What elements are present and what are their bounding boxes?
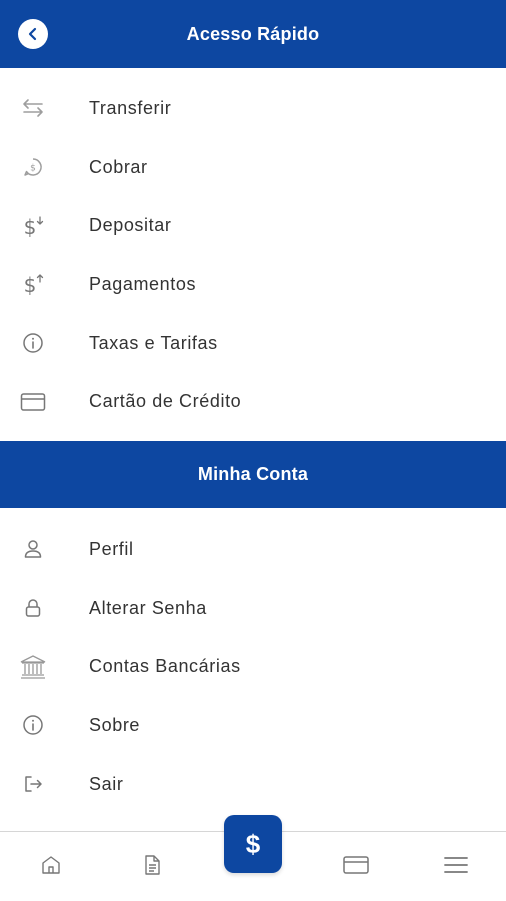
menu-item-sobre[interactable]: Sobre bbox=[0, 696, 506, 755]
bank-icon bbox=[19, 653, 47, 681]
menu-item-label: Pagamentos bbox=[89, 273, 197, 294]
menu-item-sair[interactable]: Sair bbox=[0, 755, 506, 814]
account-list: Perfil Alterar Senha Contas Bancárias So… bbox=[0, 520, 506, 813]
logout-icon bbox=[19, 770, 47, 798]
chevron-left-icon bbox=[26, 27, 40, 41]
menu-item-taxas-e-tarifas[interactable]: Taxas e Tarifas bbox=[0, 314, 506, 373]
menu-item-label: Perfil bbox=[89, 538, 134, 559]
menu-item-label: Transferir bbox=[89, 97, 172, 118]
menu-item-cartao-de-credito[interactable]: Cartão de Crédito bbox=[0, 372, 506, 431]
menu-item-label: Sobre bbox=[89, 714, 141, 735]
menu-icon[interactable] bbox=[441, 850, 471, 880]
charge-bubble-icon: $ bbox=[19, 153, 47, 181]
document-icon[interactable] bbox=[137, 850, 167, 880]
menu-item-cobrar[interactable]: $ Cobrar bbox=[0, 138, 506, 197]
home-icon[interactable] bbox=[36, 850, 66, 880]
menu-item-alterar-senha[interactable]: Alterar Senha bbox=[0, 579, 506, 638]
section-header-minha-conta: Minha Conta bbox=[0, 441, 506, 508]
svg-text:$: $ bbox=[24, 215, 37, 238]
svg-text:$: $ bbox=[24, 273, 37, 296]
credit-card-icon[interactable] bbox=[341, 850, 371, 880]
dollar-up-icon: $ bbox=[19, 270, 47, 298]
menu-item-contas-bancarias[interactable]: Contas Bancárias bbox=[0, 637, 506, 696]
lock-icon bbox=[19, 594, 47, 622]
menu-item-pagamentos[interactable]: $ Pagamentos bbox=[0, 255, 506, 314]
menu-item-label: Sair bbox=[89, 773, 124, 794]
menu-item-perfil[interactable]: Perfil bbox=[0, 520, 506, 579]
credit-card-icon bbox=[19, 388, 47, 416]
page-title: Acesso Rápido bbox=[186, 23, 320, 44]
section-title: Minha Conta bbox=[197, 464, 309, 484]
svg-text:$: $ bbox=[30, 164, 36, 174]
dollar-fab-button[interactable]: $ bbox=[224, 815, 282, 873]
user-icon bbox=[19, 535, 47, 563]
info-icon bbox=[19, 329, 47, 357]
dollar-icon: $ bbox=[245, 828, 261, 859]
menu-item-label: Alterar Senha bbox=[89, 597, 207, 618]
menu-item-label: Taxas e Tarifas bbox=[89, 332, 218, 353]
menu-item-label: Contas Bancárias bbox=[89, 656, 241, 677]
menu-item-label: Cobrar bbox=[89, 156, 148, 177]
transfer-arrows-icon bbox=[19, 94, 47, 122]
back-button[interactable] bbox=[18, 19, 48, 49]
menu-item-label: Depositar bbox=[89, 215, 172, 236]
top-bar: Acesso Rápido bbox=[0, 0, 506, 68]
menu-item-label: Cartão de Crédito bbox=[89, 391, 242, 412]
menu-item-transferir[interactable]: Transferir bbox=[0, 79, 506, 138]
menu-item-depositar[interactable]: $ Depositar bbox=[0, 196, 506, 255]
info-icon bbox=[19, 711, 47, 739]
dollar-down-icon: $ bbox=[19, 212, 47, 240]
quick-access-list: Transferir $ Cobrar $ Depositar $ Pagame… bbox=[0, 79, 506, 431]
